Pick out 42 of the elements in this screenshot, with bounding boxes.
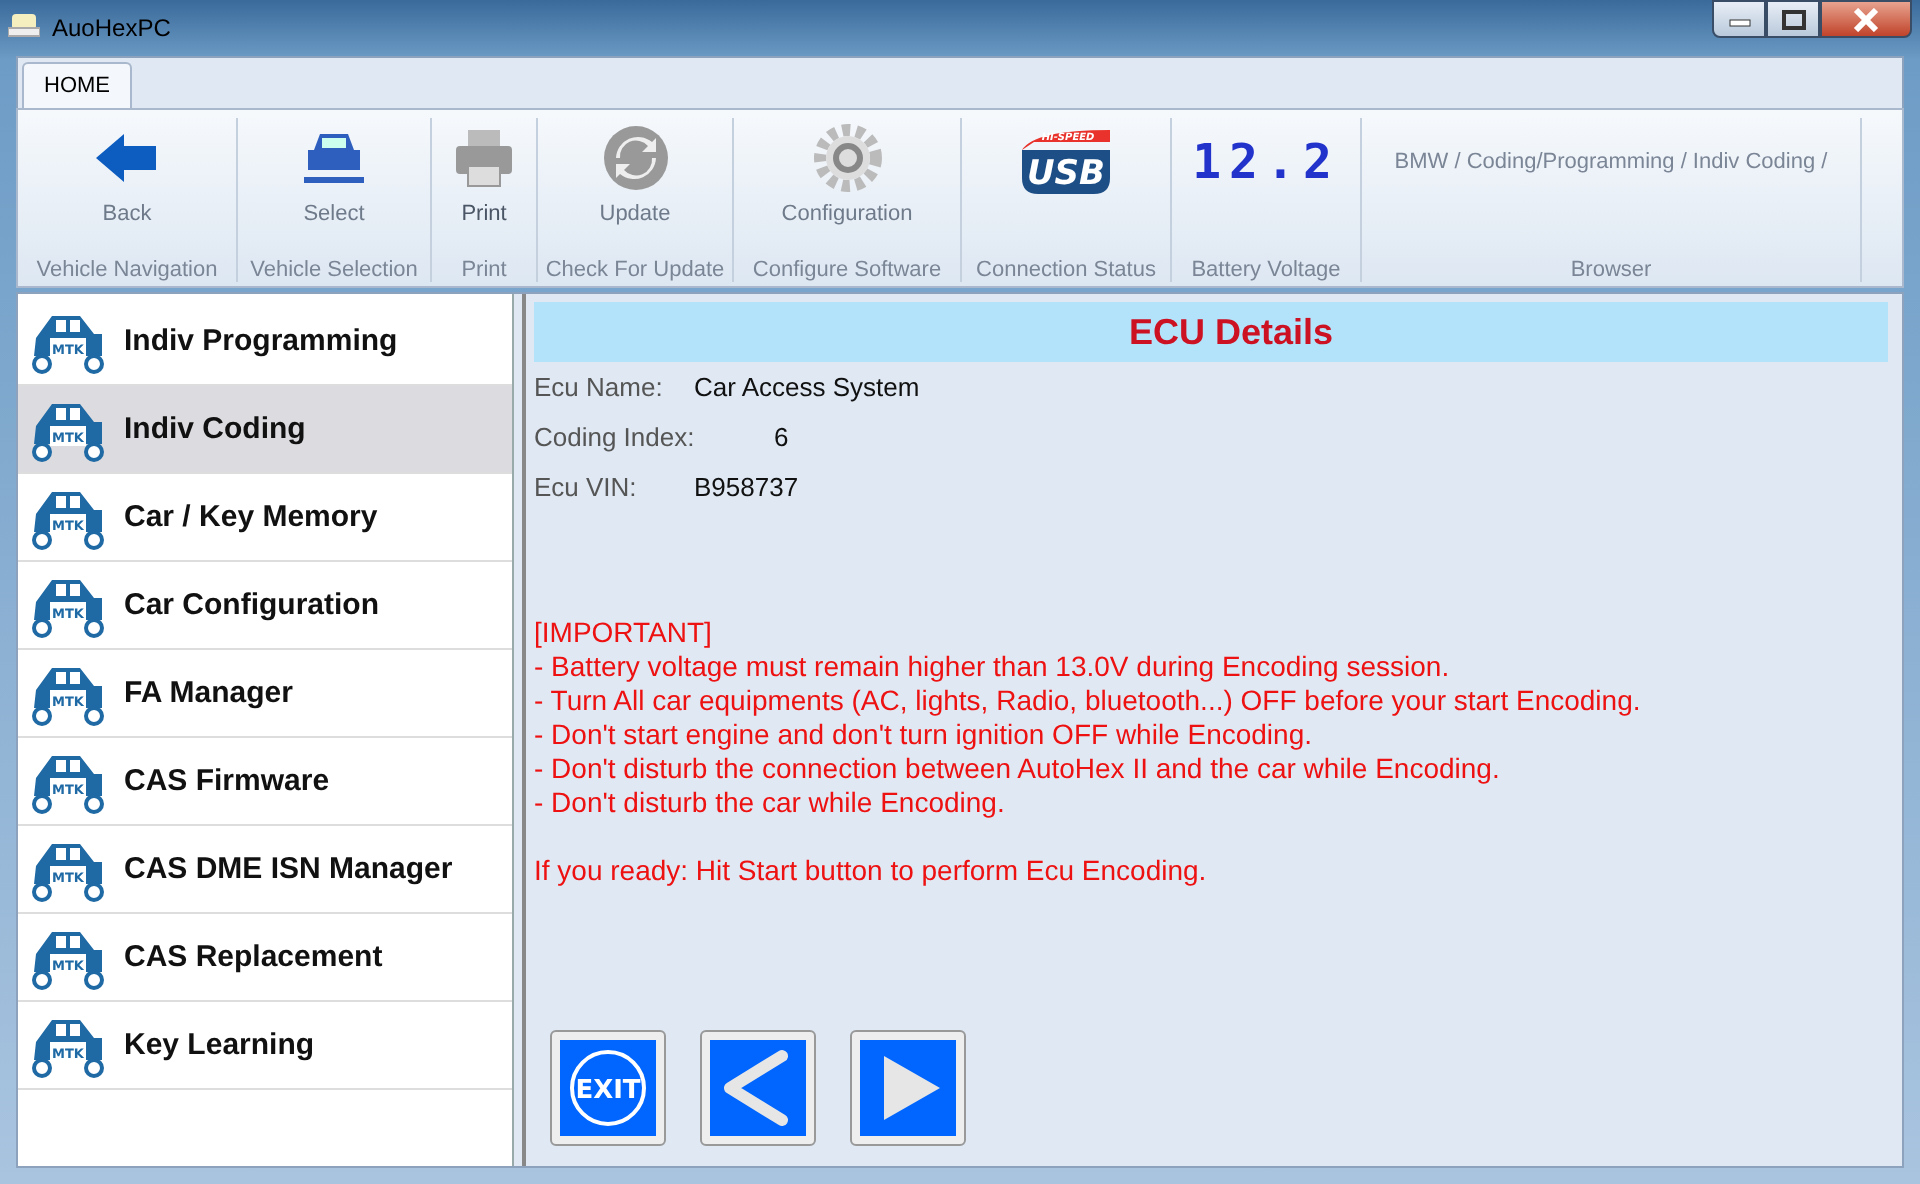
back-button[interactable] bbox=[700, 1030, 816, 1146]
group-label: Vehicle Navigation bbox=[36, 258, 218, 282]
field-label: Ecu Name: bbox=[534, 372, 665, 402]
group-label: Print bbox=[461, 258, 507, 282]
notice-line: - Don't start engine and don't turn ignition OFF while Encoding. bbox=[534, 718, 1315, 752]
group-label: Configure Software bbox=[752, 258, 942, 282]
field-label: Coding Index: bbox=[534, 422, 694, 452]
back-button[interactable]: Back bbox=[91, 118, 163, 258]
gear-icon bbox=[811, 122, 883, 194]
panel-title: ECU Details bbox=[1128, 311, 1334, 353]
select-button[interactable]: Select bbox=[298, 118, 370, 258]
print-button[interactable]: Print bbox=[448, 118, 520, 258]
notice-line: - Battery voltage must remain higher than 13.0V during Encoding session. bbox=[534, 650, 1452, 684]
minimize-button[interactable] bbox=[1712, 0, 1766, 38]
field-value: Car Access System bbox=[694, 372, 920, 402]
prompt-text: If you ready: Hit Start button to perform Ecu Encoding. bbox=[534, 854, 1209, 886]
tab[interactable]: HOME bbox=[22, 62, 132, 108]
close-button[interactable] bbox=[1820, 0, 1912, 38]
refresh-icon bbox=[599, 122, 671, 194]
notice-line: - Don't disturb the connection between AutoHex II and the car while Encoding. bbox=[534, 752, 1502, 786]
update-button[interactable]: Update bbox=[599, 118, 671, 258]
exit-button[interactable]: EXIT bbox=[550, 1030, 666, 1146]
field-value: 6 bbox=[774, 422, 789, 452]
next-button[interactable] bbox=[850, 1030, 966, 1146]
notice-line: [IMPORTANT] bbox=[534, 616, 714, 650]
breadcrumb-path: BMW / Coding/Programming / Indiv Coding / bbox=[1394, 148, 1828, 174]
voltage-display: 12.2 bbox=[1192, 134, 1340, 190]
notice-line: - Turn All car equipments (AC, lights, Radio, bluetooth...) OFF before your start Encoding. bbox=[534, 684, 1643, 718]
app-icon bbox=[8, 11, 40, 39]
group-label: Check For Update bbox=[545, 258, 725, 282]
group-label: Browser bbox=[1570, 258, 1652, 282]
maximize-icon bbox=[1781, 9, 1805, 29]
group-label: Vehicle Selection bbox=[250, 258, 418, 282]
group-label: Connection Status bbox=[976, 258, 1156, 282]
window-title: AuoHexPC bbox=[52, 14, 171, 42]
field-label: Ecu VIN: bbox=[534, 472, 639, 502]
notice-line: - Don't disturb the car while Encoding. bbox=[534, 786, 1007, 820]
configuration-button[interactable]: Configuration bbox=[781, 118, 913, 258]
group-label: Battery Voltage bbox=[1191, 258, 1341, 282]
maximize-button[interactable] bbox=[1766, 0, 1820, 38]
close-icon bbox=[1852, 7, 1880, 31]
field-value: B958737 bbox=[694, 472, 799, 502]
